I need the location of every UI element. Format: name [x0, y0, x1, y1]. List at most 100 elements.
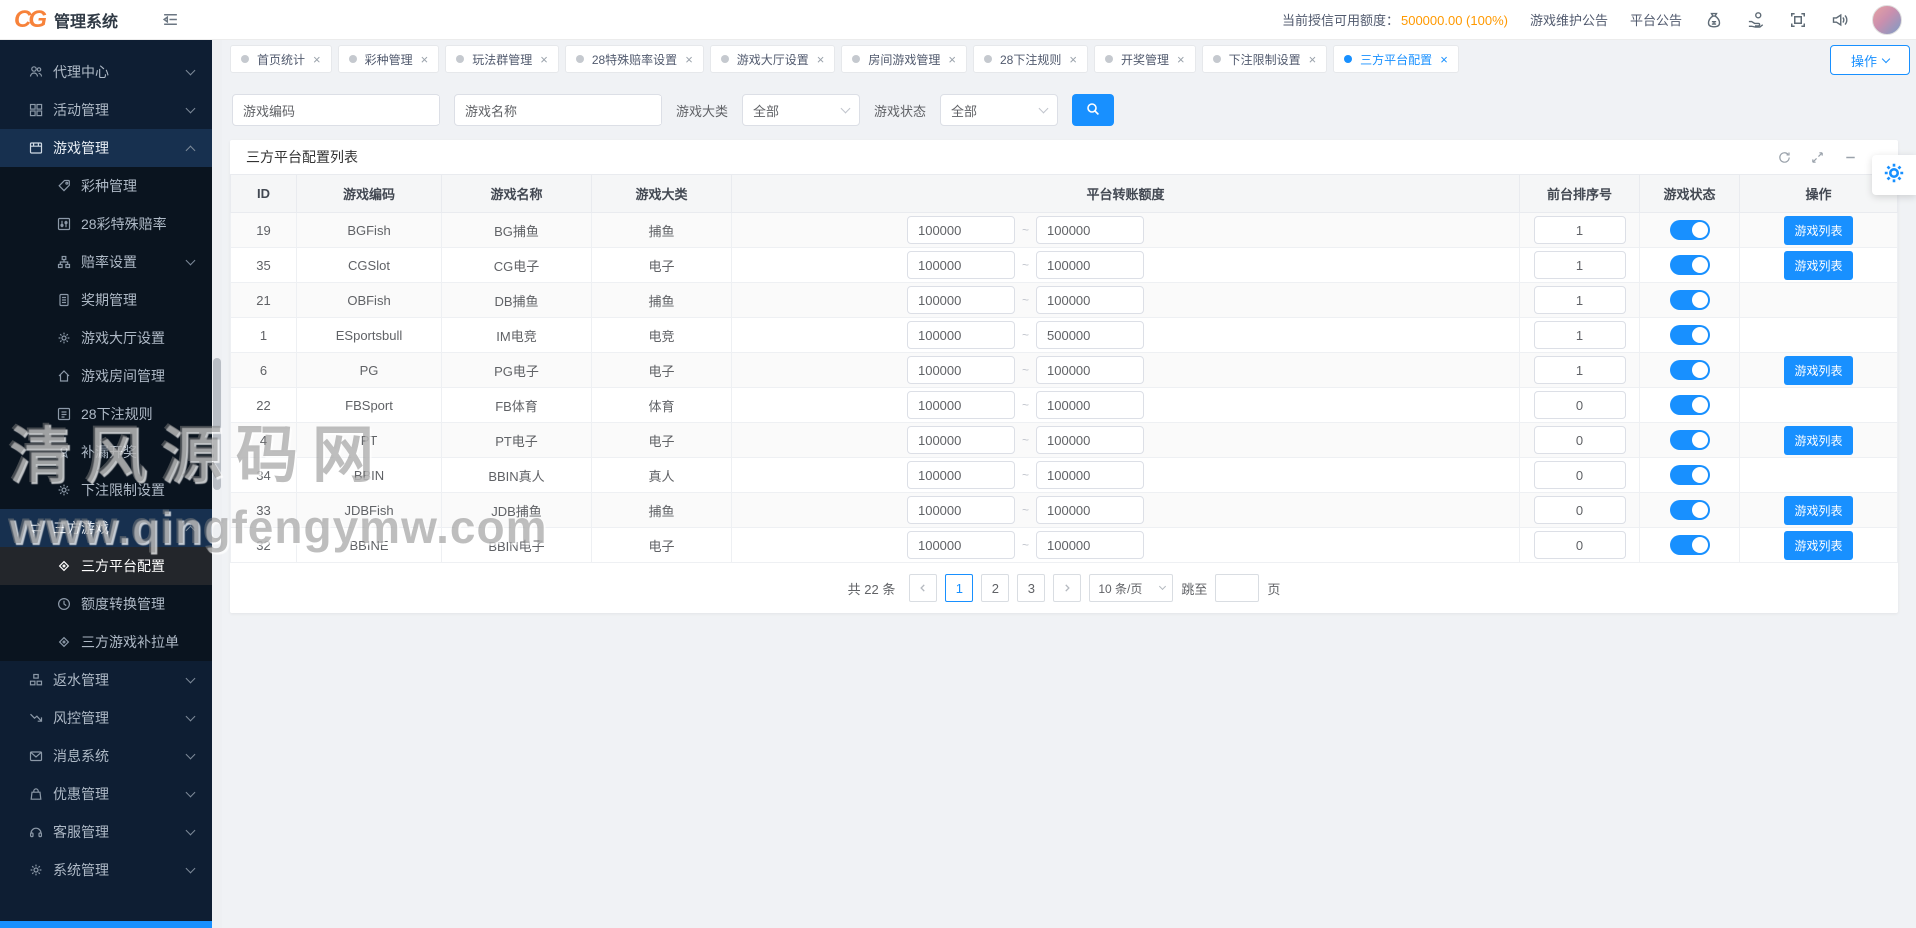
close-icon[interactable]: × [1177, 52, 1185, 67]
quota-min-input[interactable] [907, 321, 1015, 349]
game-status-toggle[interactable] [1670, 325, 1710, 345]
refresh-icon[interactable] [1777, 150, 1792, 165]
search-button[interactable] [1072, 94, 1114, 126]
sidebar-item-bet-rules-28[interactable]: 28下注规则 [0, 395, 212, 433]
sidebar-item-lottery-mgmt[interactable]: 彩种管理 [0, 167, 212, 205]
quota-max-input[interactable] [1036, 496, 1144, 524]
page-button-1[interactable]: 1 [945, 574, 973, 602]
sidebar-item-message-system[interactable]: 消息系统 [0, 737, 212, 775]
scrollbar-thumb[interactable] [213, 358, 221, 490]
close-icon[interactable]: × [540, 52, 548, 67]
quota-max-input[interactable] [1036, 391, 1144, 419]
tab-lottery-mgmt[interactable]: 彩种管理× [338, 45, 440, 73]
quota-max-input[interactable] [1036, 356, 1144, 384]
close-icon[interactable]: × [1309, 52, 1317, 67]
tab-game-hall-settings[interactable]: 游戏大厅设置× [710, 45, 836, 73]
sidebar-item-activity-mgmt[interactable]: 活动管理 [0, 91, 212, 129]
game-list-button[interactable]: 游戏列表 [1784, 251, 1852, 280]
quota-min-input[interactable] [907, 426, 1015, 454]
sidebar-item-rebate-mgmt[interactable]: 返水管理 [0, 661, 212, 699]
sort-input[interactable] [1534, 461, 1626, 489]
tab-home-stats[interactable]: 首页统计× [230, 45, 332, 73]
speaker-icon[interactable] [1830, 10, 1850, 30]
quota-min-input[interactable] [907, 216, 1015, 244]
tab-bet-rules-28[interactable]: 28下注规则× [973, 45, 1088, 73]
quota-max-input[interactable] [1036, 216, 1144, 244]
quota-min-input[interactable] [907, 286, 1015, 314]
quota-max-input[interactable] [1036, 321, 1144, 349]
tab-room-game-mgmt[interactable]: 房间游戏管理× [841, 45, 967, 73]
tab-third-party-platform-config[interactable]: 三方平台配置× [1333, 45, 1459, 73]
page-size-select[interactable]: 10 条/页 [1089, 574, 1173, 602]
tab-special-odds-28-settings[interactable]: 28特殊赔率设置× [565, 45, 704, 73]
minimize-icon[interactable] [1843, 150, 1858, 165]
game-status-toggle[interactable] [1670, 500, 1710, 520]
quota-min-input[interactable] [907, 251, 1015, 279]
sidebar-item-bet-limit-settings[interactable]: 下注限制设置 [0, 471, 212, 509]
close-icon[interactable]: × [313, 52, 321, 67]
sidebar-item-risk-mgmt[interactable]: 风控管理 [0, 699, 212, 737]
game-status-toggle[interactable] [1670, 290, 1710, 310]
sidebar-item-odds-settings[interactable]: 赔率设置 [0, 243, 212, 281]
close-icon[interactable]: × [817, 52, 825, 67]
quota-max-input[interactable] [1036, 251, 1144, 279]
sidebar-item-makeup-draw[interactable]: 补漏开奖 [0, 433, 212, 471]
prev-page-button[interactable] [909, 574, 937, 602]
close-icon[interactable]: × [421, 52, 429, 67]
game-list-button[interactable]: 游戏列表 [1784, 531, 1852, 560]
game-status-toggle[interactable] [1670, 465, 1710, 485]
game-status-toggle[interactable] [1670, 220, 1710, 240]
game-name-input[interactable] [523, 96, 661, 124]
sort-input[interactable] [1534, 496, 1626, 524]
quota-min-input[interactable] [907, 461, 1015, 489]
avatar[interactable] [1872, 5, 1902, 35]
game-code-input[interactable] [301, 96, 439, 124]
game-status-toggle[interactable] [1670, 430, 1710, 450]
sidebar-item-third-party-games[interactable]: 三方游戏 [0, 509, 212, 547]
sidebar-item-draw-period-mgmt[interactable]: 奖期管理 [0, 281, 212, 319]
game-status-toggle[interactable] [1670, 255, 1710, 275]
sidebar-item-customer-service-mgmt[interactable]: 客服管理 [0, 813, 212, 851]
link-platform-notice[interactable]: 平台公告 [1630, 10, 1682, 29]
quota-max-input[interactable] [1036, 531, 1144, 559]
jump-page-input[interactable] [1215, 574, 1259, 602]
game-status-toggle[interactable] [1670, 360, 1710, 380]
sort-input[interactable] [1534, 391, 1626, 419]
quota-max-input[interactable] [1036, 426, 1144, 454]
sort-input[interactable] [1534, 321, 1626, 349]
game-list-button[interactable]: 游戏列表 [1784, 426, 1852, 455]
page-button-3[interactable]: 3 [1017, 574, 1045, 602]
game-status-select[interactable]: 全部 [940, 94, 1058, 126]
hand-coin-icon[interactable] [1746, 10, 1766, 30]
fullscreen-icon[interactable] [1788, 10, 1808, 30]
quota-min-input[interactable] [907, 531, 1015, 559]
game-list-button[interactable]: 游戏列表 [1784, 356, 1852, 385]
sidebar-item-game-hall-settings[interactable]: 游戏大厅设置 [0, 319, 212, 357]
sort-input[interactable] [1534, 286, 1626, 314]
sort-input[interactable] [1534, 356, 1626, 384]
sort-input[interactable] [1534, 531, 1626, 559]
sort-input[interactable] [1534, 216, 1626, 244]
sidebar-scrollbar[interactable] [212, 40, 222, 928]
tab-draw-mgmt[interactable]: 开奖管理× [1094, 45, 1196, 73]
game-status-toggle[interactable] [1670, 395, 1710, 415]
close-icon[interactable]: × [685, 52, 693, 67]
sidebar-item-third-party-platform-config[interactable]: 三方平台配置 [0, 547, 212, 585]
sidebar-item-third-party-pull-order[interactable]: 三方游戏补拉单 [0, 623, 212, 661]
sidebar-item-system-mgmt[interactable]: 系统管理 [0, 851, 212, 889]
menu-fold-icon[interactable] [162, 11, 179, 28]
quota-min-input[interactable] [907, 496, 1015, 524]
quota-min-input[interactable] [907, 356, 1015, 384]
sidebar-item-quota-convert-mgmt[interactable]: 额度转换管理 [0, 585, 212, 623]
expand-icon[interactable] [1810, 150, 1825, 165]
close-icon[interactable]: × [1069, 52, 1077, 67]
tab-bet-limit-settings[interactable]: 下注限制设置× [1202, 45, 1328, 73]
settings-gear-button[interactable] [1872, 155, 1916, 195]
sidebar-item-special-odds-28[interactable]: 28彩特殊赔率 [0, 205, 212, 243]
quota-max-input[interactable] [1036, 286, 1144, 314]
action-dropdown-button[interactable]: 操作 [1830, 45, 1910, 75]
sidebar-item-agent-center[interactable]: 代理中心 [0, 53, 212, 91]
quota-max-input[interactable] [1036, 461, 1144, 489]
sidebar-item-game-mgmt[interactable]: 游戏管理 [0, 129, 212, 167]
page-button-2[interactable]: 2 [981, 574, 1009, 602]
